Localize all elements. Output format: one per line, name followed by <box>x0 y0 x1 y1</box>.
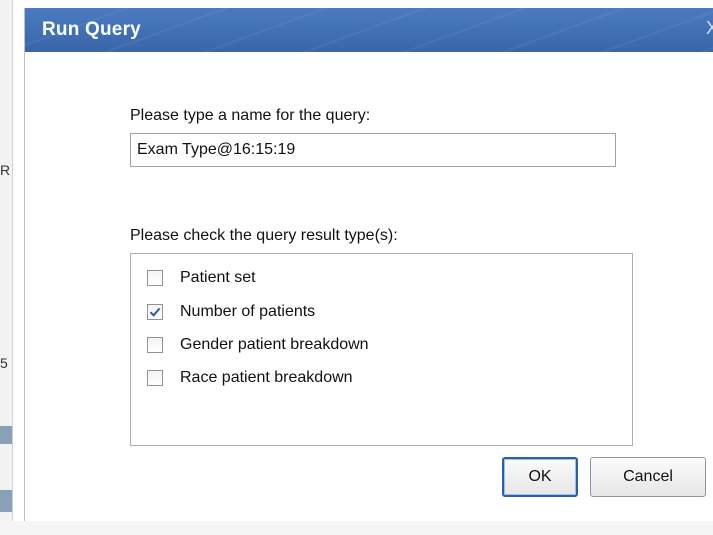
background-app-edge <box>0 0 13 535</box>
background-bottom-edge <box>0 521 713 535</box>
result-type-label: Race patient breakdown <box>180 369 353 386</box>
result-types-label: Please check the query result type(s): <box>130 227 398 244</box>
background-bar <box>0 426 12 444</box>
dialog-titlebar[interactable]: Run Query X <box>25 8 713 52</box>
ok-button[interactable]: OK <box>502 457 578 497</box>
result-type-option[interactable]: Gender patient breakdown <box>147 334 369 356</box>
run-query-dialog: Run Query X Please type a name for the q… <box>24 8 713 521</box>
checkbox[interactable] <box>147 370 163 386</box>
background-bar <box>0 490 12 512</box>
background-glyph: 5 <box>0 355 8 371</box>
result-type-option[interactable]: Patient set <box>147 267 256 289</box>
checkbox[interactable] <box>147 270 163 286</box>
cancel-button[interactable]: Cancel <box>590 457 706 497</box>
background-glyph: R <box>0 162 11 178</box>
result-type-option[interactable]: Number of patients <box>147 301 315 323</box>
check-icon <box>149 307 161 317</box>
screen: R 5 Run Query X Please type a name for t… <box>0 0 713 535</box>
result-type-option[interactable]: Race patient breakdown <box>147 367 353 389</box>
result-type-label: Patient set <box>180 269 256 286</box>
close-icon[interactable]: X <box>706 18 713 39</box>
result-type-label: Gender patient breakdown <box>180 336 369 353</box>
checkbox[interactable] <box>147 304 163 320</box>
dialog-title: Run Query <box>42 19 141 40</box>
checkbox[interactable] <box>147 337 163 353</box>
query-name-input[interactable] <box>130 133 616 167</box>
query-name-label: Please type a name for the query: <box>130 107 371 124</box>
result-types-box: Patient set Number of patients Gender pa… <box>130 253 633 446</box>
result-type-label: Number of patients <box>180 303 316 320</box>
